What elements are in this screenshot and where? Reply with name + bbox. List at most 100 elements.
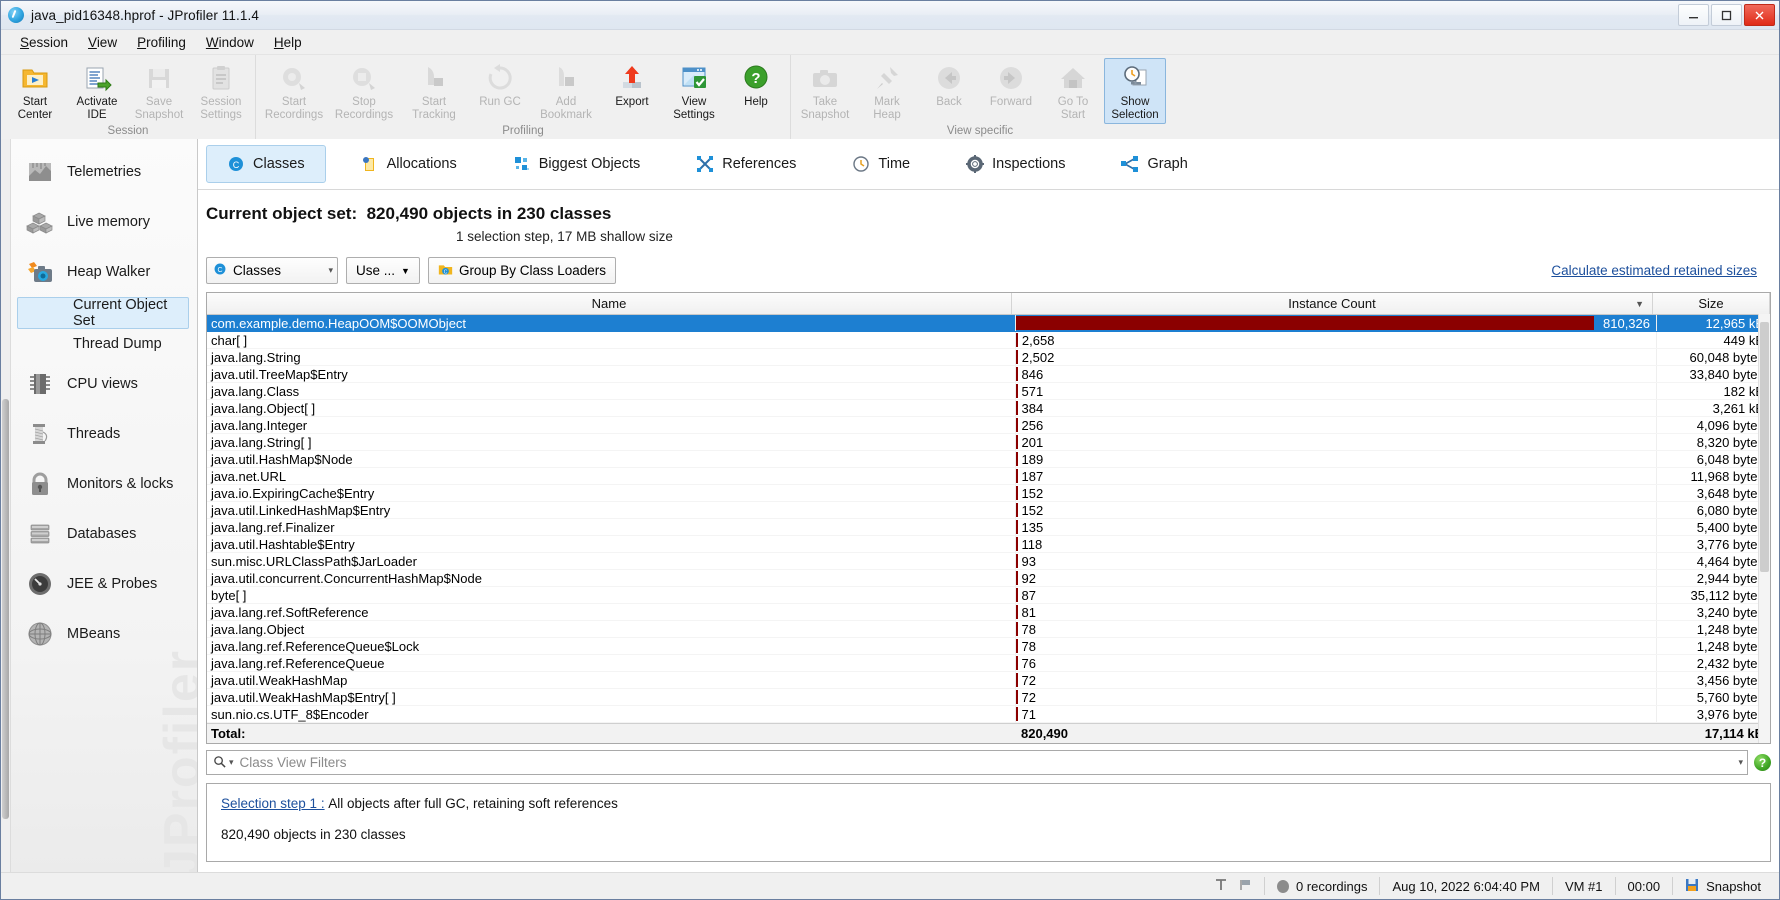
export-button[interactable]: Export <box>601 58 663 112</box>
menu-profiling[interactable]: Profiling <box>128 32 195 53</box>
cell-class-name: sun.nio.cs.UTF_8$Encoder <box>207 706 1016 722</box>
sidebar-item-telemetries[interactable]: Telemetries <box>1 147 197 197</box>
start-tracking-icon <box>419 63 449 93</box>
table-row[interactable]: java.util.WeakHashMap 72 3,456 bytes <box>207 672 1770 689</box>
close-button[interactable] <box>1744 4 1775 26</box>
tab-inspections[interactable]: Inspections <box>945 145 1086 183</box>
menu-view[interactable]: View <box>79 32 126 53</box>
sidebar-scrollbar-thumb[interactable] <box>2 399 9 819</box>
use-button[interactable]: Use ... ▼ <box>346 257 420 284</box>
table-row[interactable]: java.util.WeakHashMap$Entry[ ] 72 5,760 by… <box>207 689 1770 706</box>
tab-graph[interactable]: Graph <box>1100 145 1208 183</box>
status-snapshot[interactable]: Snapshot <box>1672 877 1773 895</box>
sidebar-item-jee-probes[interactable]: JEE & Probes <box>1 559 197 609</box>
table-row[interactable]: java.util.Hashtable$Entry 118 3,776 bytes <box>207 536 1770 553</box>
table-row[interactable]: java.lang.ref.SoftReference 81 3,240 bytes <box>207 604 1770 621</box>
cell-class-name: java.util.WeakHashMap$Entry[ ] <box>207 689 1016 705</box>
start-center-label: Start Center <box>17 96 53 121</box>
start-center-button[interactable]: Start Center <box>4 58 66 124</box>
sidebar-scrollbar[interactable] <box>1 139 11 872</box>
cell-class-name: java.net.URL <box>207 468 1016 484</box>
table-row[interactable]: java.lang.String 2,502 60,048 bytes <box>207 349 1770 366</box>
sidebar-item-live-memory[interactable]: Live memory <box>1 197 197 247</box>
sidebar-item-threads[interactable]: Threads <box>1 409 197 459</box>
table-row[interactable]: sun.misc.URLClassPath$JarLoader 93 4,464 b… <box>207 553 1770 570</box>
tab-time[interactable]: Time <box>831 145 931 183</box>
cell-class-name: java.lang.ref.Finalizer <box>207 519 1016 535</box>
show-selection-button[interactable]: Show Selection <box>1104 58 1166 124</box>
export-icon <box>617 63 647 93</box>
sidebar-item-monitors-locks[interactable]: Monitors & locks <box>1 459 197 509</box>
column-header-name[interactable]: Name <box>207 293 1012 314</box>
table-row[interactable]: sun.nio.cs.UTF_8$Encoder 71 3,976 bytes <box>207 706 1770 723</box>
instance-count-bar <box>1016 520 1018 534</box>
tab-references[interactable]: References <box>675 145 817 183</box>
menu-window[interactable]: Window <box>197 32 263 53</box>
class-view-filters-field[interactable]: ▾ Class View Filters ▾ <box>206 750 1748 775</box>
toolbar-group-session: Start Center Activate IDE Save Snapshot … <box>1 55 255 139</box>
selection-step-link[interactable]: Selection step 1 : <box>221 796 325 811</box>
column-header-size[interactable]: Size <box>1653 293 1770 314</box>
table-row[interactable]: java.lang.Integer 256 4,096 bytes <box>207 417 1770 434</box>
sidebar-item-databases[interactable]: Databases <box>1 509 197 559</box>
window-title: java_pid16348.hprof - JProfiler 11.1.4 <box>31 7 259 23</box>
table-row[interactable]: java.util.concurrent.ConcurrentHashMap$N… <box>207 570 1770 587</box>
table-row[interactable]: java.lang.ref.ReferenceQueue$Lock 78 1,248… <box>207 638 1770 655</box>
sidebar-item-heap-walker[interactable]: Heap Walker <box>1 247 197 297</box>
run-gc-button: Run GC <box>469 58 531 112</box>
start-tracking-button: Start Tracking <box>399 58 469 124</box>
save-snapshot-icon <box>144 63 174 93</box>
sidebar-item-current-object-set[interactable]: Current Object Set <box>17 297 189 329</box>
table-row[interactable]: java.lang.ref.Finalizer 135 5,400 bytes <box>207 519 1770 536</box>
classes-combo[interactable]: C Classes ▾ <box>206 257 338 284</box>
menu-help[interactable]: Help <box>265 32 311 53</box>
menu-session[interactable]: Session <box>11 32 77 53</box>
cell-size: 449 kB <box>1723 332 1764 348</box>
table-row[interactable]: java.io.ExpiringCache$Entry 152 3,648 byte… <box>207 485 1770 502</box>
add-marker-icon[interactable] <box>1214 878 1228 895</box>
sidebar-item-mbeans[interactable]: MBeans <box>1 609 197 659</box>
activate-ide-button[interactable]: Activate IDE <box>66 58 128 124</box>
table-row[interactable]: byte[ ] 87 35,112 bytes <box>207 587 1770 604</box>
calculate-retained-sizes-link[interactable]: Calculate estimated retained sizes <box>1551 263 1771 278</box>
cell-instance-count: 384 <box>1016 400 1657 416</box>
cpu-views-icon <box>26 370 54 398</box>
table-row[interactable]: char[ ] 2,658 449 kB <box>207 332 1770 349</box>
instance-count-value: 384 <box>1021 400 1044 416</box>
help-button[interactable]: ? Help <box>725 58 787 112</box>
help-icon[interactable]: ? <box>1754 754 1771 771</box>
tab-allocations[interactable]: Allocations <box>340 145 478 183</box>
cell-size: 35,112 bytes <box>1690 587 1764 603</box>
instance-count-value: 846 <box>1021 366 1044 382</box>
group-by-class-loaders-button[interactable]: C Group By Class Loaders <box>427 257 617 284</box>
table-scrollbar-thumb[interactable] <box>1760 322 1769 572</box>
table-row[interactable]: java.util.TreeMap$Entry 846 33,840 bytes <box>207 366 1770 383</box>
use-button-label: Use ... <box>356 263 396 278</box>
show-selection-icon <box>1120 63 1150 93</box>
chevron-down-icon[interactable]: ▾ <box>1738 757 1743 768</box>
table-row[interactable]: java.util.HashMap$Node 189 6,048 bytes <box>207 451 1770 468</box>
table-row[interactable]: java.util.LinkedHashMap$Entry 152 6,080 by… <box>207 502 1770 519</box>
sidebar-item-cpu-views[interactable]: CPU views <box>1 359 197 409</box>
table-scrollbar[interactable] <box>1758 314 1770 743</box>
maximize-button[interactable] <box>1711 4 1742 26</box>
column-header-instance-count[interactable]: Instance Count ▼ <box>1012 293 1653 314</box>
take-snapshot-icon <box>810 63 840 93</box>
table-row[interactable]: java.lang.Class 571 182 kB <box>207 383 1770 400</box>
tab-classes[interactable]: C Classes <box>206 145 326 183</box>
table-row[interactable]: java.lang.Object 78 1,248 bytes <box>207 621 1770 638</box>
table-row[interactable]: java.lang.Object[ ] 384 3,261 kB <box>207 400 1770 417</box>
activate-ide-icon <box>82 63 112 93</box>
table-row[interactable]: java.net.URL 187 11,968 bytes <box>207 468 1770 485</box>
minimize-button[interactable] <box>1678 4 1709 26</box>
cell-instance-count: 78 <box>1016 621 1657 637</box>
flag-icon[interactable] <box>1238 878 1252 895</box>
instance-count-value: 87 <box>1021 587 1036 603</box>
table-row[interactable]: java.lang.String[ ] 201 8,320 bytes <box>207 434 1770 451</box>
tab-biggest-objects[interactable]: Biggest Objects <box>492 145 662 183</box>
view-settings-button[interactable]: View Settings <box>663 58 725 124</box>
table-row[interactable]: java.lang.ref.ReferenceQueue 76 2,432 byte… <box>207 655 1770 672</box>
sidebar-item-thread-dump[interactable]: Thread Dump <box>17 329 189 359</box>
table-row[interactable]: com.example.demo.HeapOOM$OOMObject 810,32… <box>207 315 1770 332</box>
go-to-start-button: Go To Start <box>1042 58 1104 124</box>
